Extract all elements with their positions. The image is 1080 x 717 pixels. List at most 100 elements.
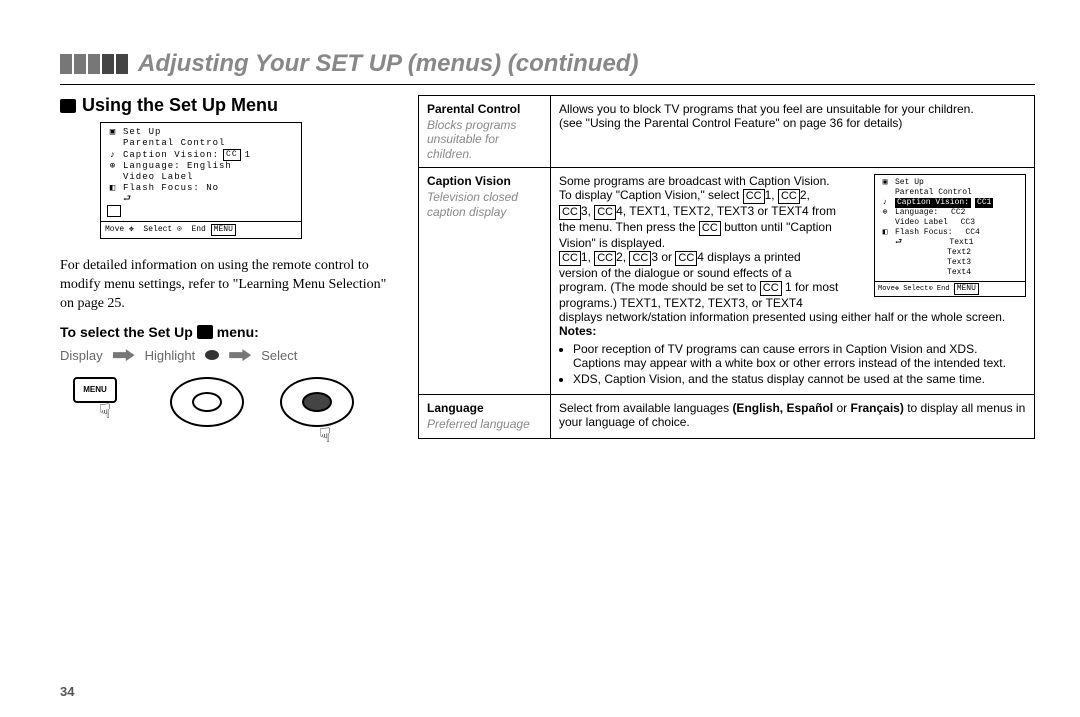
picto-select: ☟ — [280, 377, 350, 452]
menu-cc-box: CC — [223, 149, 241, 161]
section-heading-text: Using the Set Up Menu — [82, 95, 278, 116]
setup-menu-screenshot: ▣Set Up Parental Control ♪ Caption Visio… — [100, 122, 302, 239]
caption-l10: displays network/station information pre… — [559, 310, 1026, 324]
caption-mini-screenshot: ▣Set Up Parental Control ♪Caption Vision… — [874, 174, 1026, 297]
menu-footer-move: Move — [105, 225, 124, 234]
title-row: Adjusting Your SET UP (menus) (continued… — [60, 50, 1035, 78]
caption-l4a: the menu. Then press the — [559, 220, 699, 234]
caption-note2: XDS, Caption Vision, and the status disp… — [573, 372, 1026, 386]
mini-fmove: Move — [878, 285, 895, 293]
arrow-icon — [113, 349, 135, 361]
language-a: Select from available languages — [559, 401, 732, 415]
parental-sub: Blocks programs unsuitable for children. — [427, 118, 542, 161]
language-b: (English, Español — [732, 401, 833, 415]
caption-note1: Poor reception of TV programs can cause … — [573, 342, 1026, 370]
setup-icon — [60, 99, 76, 113]
caption-l8a: program. (The mode should be set to — [559, 280, 760, 294]
title-stripes-icon — [60, 54, 128, 74]
menu-footer-end: End — [191, 225, 205, 234]
mini-title: Set Up — [895, 178, 924, 188]
table-row: Language Preferred language Select from … — [419, 395, 1035, 438]
menu-highlight-icon — [107, 205, 121, 217]
cc-box: CC — [760, 281, 782, 296]
cc-box: CC — [594, 251, 616, 266]
intro-text: For detailed information on using the re… — [60, 257, 400, 314]
table-row: Caption Vision Television closed caption… — [419, 168, 1035, 395]
parental-label: Parental Control — [427, 102, 520, 116]
caption-notes: Poor reception of TV programs can cause … — [573, 342, 1026, 386]
subheading: To select the Set Up menu: — [60, 324, 400, 340]
page-title: Adjusting Your SET UP (menus) (continued… — [138, 50, 638, 78]
caption-l2c: 2, — [800, 188, 810, 202]
flow-select: Select — [261, 348, 297, 363]
cc-box: CC — [594, 205, 616, 220]
caption-l2a: To display "Caption Vision," select — [559, 188, 743, 202]
table-row: Parental Control Blocks programs unsuita… — [419, 96, 1035, 168]
mini-r3: Language: — [895, 208, 938, 218]
mini-r5v: CC4 — [965, 228, 979, 238]
caption-l4b: button until "Caption — [724, 220, 832, 234]
mini-fmenu: MENU — [954, 283, 979, 295]
menu-row-2: Language: English — [123, 161, 232, 172]
cc-box: CC — [778, 189, 800, 204]
parental-body2: (see "Using the Parental Control Feature… — [559, 116, 1026, 130]
menu-row-4: Flash Focus: No — [123, 183, 219, 194]
picto-navigate — [170, 377, 240, 427]
caption-l6b: 2, — [616, 250, 629, 264]
cc-box: CC — [559, 251, 581, 266]
menu-cc-num: 1 — [245, 150, 251, 161]
language-sub: Preferred language — [427, 417, 542, 431]
page-number: 34 — [60, 684, 74, 699]
cc-box: CC — [743, 189, 765, 204]
mini-fselect: Select — [903, 285, 928, 293]
highlight-oval-icon — [205, 350, 219, 360]
caption-label: Caption Vision — [427, 174, 511, 188]
menu-footer-select: Select — [143, 225, 172, 234]
subheading-a: To select the Set Up — [60, 324, 193, 340]
menu-row-1: Caption Vision: — [123, 150, 219, 161]
caption-l2b: 1, — [765, 188, 778, 202]
caption-l6c: 3 or — [651, 250, 675, 264]
hand-icon: ☟ — [70, 399, 140, 424]
title-rule — [60, 84, 1035, 85]
cc-box: CC — [629, 251, 651, 266]
cc-box: CC — [675, 251, 697, 266]
caption-l8b: 1 for most — [785, 280, 838, 294]
select-flow: Display Highlight Select — [60, 348, 400, 363]
caption-l3a: 3, — [581, 204, 594, 218]
mini-r3v: CC2 — [951, 208, 965, 218]
language-d: Français) — [850, 401, 903, 415]
language-label: Language — [427, 401, 484, 415]
subheading-b: menu: — [217, 324, 259, 340]
mini-r2cc: CC1 — [975, 198, 993, 208]
pictogram-row: MENU ☟ ☟ — [60, 377, 400, 452]
flow-display: Display — [60, 348, 103, 363]
mini-r4: Video Label — [895, 218, 948, 228]
menu-footer-menu: MENU — [211, 224, 236, 236]
mini-fend: End — [937, 285, 950, 293]
mini-t2: Text2 — [947, 248, 971, 258]
menu-row-3: Video Label — [123, 172, 193, 183]
menu-row-0: Parental Control — [123, 138, 225, 149]
mini-t4: Text4 — [947, 268, 971, 278]
cc-box: CC — [699, 221, 721, 236]
mini-r4v: CC3 — [961, 218, 975, 228]
mini-r2: Caption Vision: — [895, 198, 971, 208]
remote-nav-icon — [170, 377, 244, 427]
cc-box: CC — [559, 205, 581, 220]
mini-r1: Parental Control — [895, 188, 972, 198]
remote-select-icon — [280, 377, 354, 427]
mini-t1: Text1 — [949, 238, 973, 248]
caption-l6a: 1, — [581, 250, 594, 264]
caption-sub: Television closed caption display — [427, 190, 542, 219]
menu-title: Set Up — [123, 127, 161, 138]
mini-r5: Flash Focus: — [895, 228, 953, 238]
mini-t3: Text3 — [947, 258, 971, 268]
arrow-icon-2 — [229, 349, 251, 361]
menu-return-icon: ⮐ — [123, 194, 132, 205]
hand-icon-2: ☟ — [290, 423, 360, 448]
caption-l6d: 4 displays a printed — [697, 250, 800, 264]
picto-menu: MENU ☟ — [60, 377, 130, 428]
flow-highlight: Highlight — [145, 348, 196, 363]
caption-l9: programs.) TEXT1, TEXT2, TEXT3, or TEXT4 — [559, 296, 1026, 310]
